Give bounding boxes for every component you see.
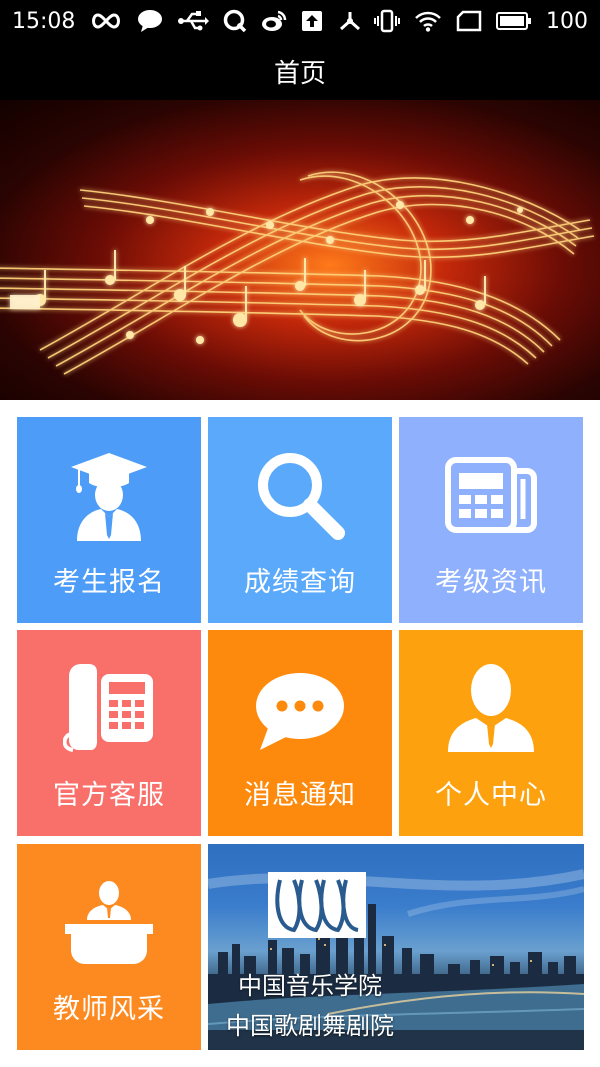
- status-bar: 15:08 100: [0, 0, 600, 42]
- wifi-icon: [414, 10, 442, 32]
- tile-label: 考级资讯: [435, 567, 547, 598]
- tile-label: 个人中心: [435, 780, 547, 811]
- no-sim-icon: [456, 10, 482, 32]
- tile-label: 考生报名: [53, 567, 165, 598]
- tile-exam-registration[interactable]: 考生报名: [17, 417, 201, 623]
- tile-label: 教师风采: [53, 994, 165, 1025]
- title-bar: 首页: [0, 42, 600, 100]
- search-icon: [208, 449, 392, 541]
- promo-tile[interactable]: 中国音乐学院 中国歌剧舞剧院: [208, 844, 584, 1050]
- tile-label: 消息通知: [244, 780, 356, 811]
- graduate-icon: [17, 451, 201, 541]
- tile-exam-news[interactable]: 考级资讯: [399, 417, 583, 623]
- promo-line-1: 中国音乐学院: [238, 972, 382, 1000]
- tile-label: 成绩查询: [244, 567, 356, 598]
- clock: 15:08: [12, 8, 76, 34]
- teacher-podium-icon: [17, 880, 201, 964]
- weibo-icon: [261, 10, 287, 32]
- chat-bubble-icon: [208, 670, 392, 752]
- battery-icon: [496, 11, 532, 31]
- user-icon: [399, 662, 583, 754]
- tile-customer-service[interactable]: 官方客服: [17, 630, 201, 836]
- page-title: 首页: [273, 58, 326, 89]
- battery-level: 100: [546, 8, 588, 34]
- tile-personal-center[interactable]: 个人中心: [399, 630, 583, 836]
- share-icon: [337, 9, 363, 33]
- newspaper-icon: [399, 457, 583, 533]
- message-icon: [137, 9, 163, 33]
- tile-teachers[interactable]: 教师风采: [17, 844, 201, 1050]
- usb-icon: [177, 10, 210, 32]
- vibrate-icon: [374, 9, 400, 33]
- promo-line-2: 中国歌剧舞剧院: [226, 1012, 394, 1040]
- infinity-icon: [89, 12, 123, 30]
- tile-label: 官方客服: [53, 780, 165, 811]
- telephone-icon: [17, 660, 201, 752]
- q-app-icon: [223, 9, 247, 33]
- banner-carousel[interactable]: [0, 100, 600, 400]
- music-staff-image: [0, 171, 595, 375]
- upload-icon: [301, 10, 323, 32]
- tile-score-query[interactable]: 成绩查询: [208, 417, 392, 623]
- tile-notifications[interactable]: 消息通知: [208, 630, 392, 836]
